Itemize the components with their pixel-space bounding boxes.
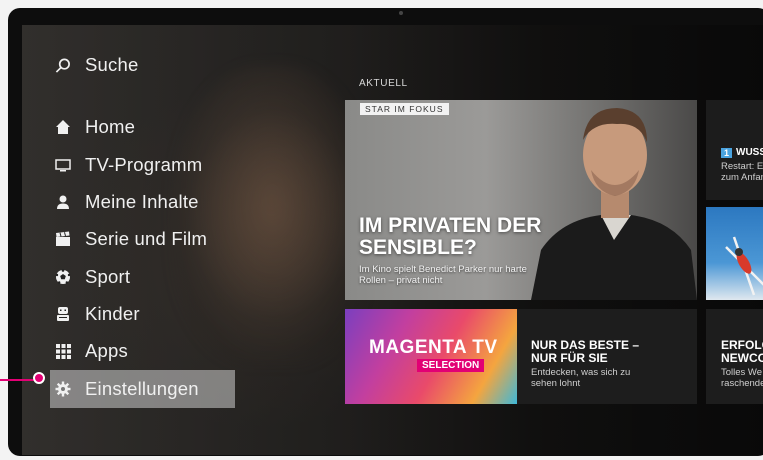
kids-icon	[55, 306, 71, 322]
erfolg-title-line-2: NEWCO	[721, 351, 763, 365]
side-card-subtitle: Restart: E zum Anfan	[721, 161, 763, 183]
menu-item-label: Home	[85, 116, 136, 137]
menu-item-label: Meine Inhalte	[85, 191, 199, 212]
hero-tag: STAR IM FOKUS	[360, 103, 449, 115]
menu-item-apps[interactable]: Apps	[55, 338, 128, 364]
tv-screen: Suche Home TV-Programm Meine Inhalte Ser	[22, 25, 763, 455]
hero-title: IM PRIVATEN DER SENSIBLE?	[359, 214, 542, 259]
best-card-title: NUR DAS BESTE – NUR FÜR SIE	[531, 338, 640, 365]
gear-icon	[55, 381, 71, 397]
side-card-ski-jump[interactable]	[706, 207, 763, 300]
home-icon	[55, 119, 71, 135]
erfolg-card-title: ERFOLG NEWCO	[721, 339, 763, 365]
hero-card[interactable]: STAR IM FOKUS IM PRIVATEN DER SENSIBLE? …	[345, 100, 697, 300]
menu-item-einstellungen[interactable]: Einstellungen	[50, 370, 235, 408]
menu-item-label: Einstellungen	[85, 378, 199, 399]
callout-line	[0, 379, 36, 381]
menu-search-label: Suche	[85, 54, 139, 75]
callout-dot	[33, 372, 45, 384]
menu-item-label: Serie und Film	[85, 228, 208, 249]
menu-item-kinder[interactable]: Kinder	[55, 301, 140, 327]
magenta-tv-logo: MAGENTA TV	[369, 337, 498, 358]
search-icon	[55, 57, 71, 73]
erfolg-sub-line-1: Tolles We	[721, 367, 763, 378]
menu-item-serie-und-film[interactable]: Serie und Film	[55, 226, 207, 252]
side-card-title: WUSS	[736, 147, 763, 158]
tv-frame: Suche Home TV-Programm Meine Inhalte Ser	[8, 8, 763, 456]
ski-jumper-image	[725, 236, 763, 296]
menu-search[interactable]: Suche	[55, 52, 138, 78]
menu-item-label: TV-Programm	[85, 154, 203, 175]
soccer-ball-icon	[55, 269, 71, 285]
tv-camera	[399, 11, 403, 15]
menu-item-sport[interactable]: Sport	[55, 264, 130, 290]
menu-item-home[interactable]: Home	[55, 114, 135, 140]
menu-item-label: Apps	[85, 340, 128, 361]
side-card-top[interactable]: 1 WUSS Restart: E zum Anfan	[706, 100, 763, 200]
hero-subtitle: Im Kino spielt Benedict Parker nur harte…	[359, 264, 527, 286]
tv-icon	[55, 157, 71, 173]
menu-item-tv-programm[interactable]: TV-Programm	[55, 152, 202, 178]
magenta-tv-selection-card[interactable]: MAGENTA TV SELECTION	[345, 309, 517, 404]
section-label: AKTUELL	[359, 78, 408, 89]
hero-person-image	[531, 108, 697, 300]
clapperboard-icon	[55, 231, 71, 247]
best-card-subtitle: Entdecken, was sich zu sehen lohnt	[531, 367, 631, 389]
selection-badge: SELECTION	[417, 359, 485, 372]
menu-item-label: Kinder	[85, 303, 140, 324]
menu-item-label: Sport	[85, 266, 131, 287]
side-card-number-badge: 1	[721, 147, 733, 158]
erfolg-sub-line-2: raschende	[721, 378, 763, 389]
erfolg-card-subtitle: Tolles We raschende	[721, 367, 763, 389]
apps-grid-icon	[55, 343, 71, 359]
menu-item-meine-inhalte[interactable]: Meine Inhalte	[55, 189, 199, 215]
best-card[interactable]: NUR DAS BESTE – NUR FÜR SIE Entdecken, w…	[517, 309, 697, 404]
side-card-tag: 1 WUSS	[721, 147, 763, 158]
erfolg-card[interactable]: ERFOLG NEWCO Tolles We raschende	[706, 309, 763, 404]
user-icon	[55, 194, 71, 210]
